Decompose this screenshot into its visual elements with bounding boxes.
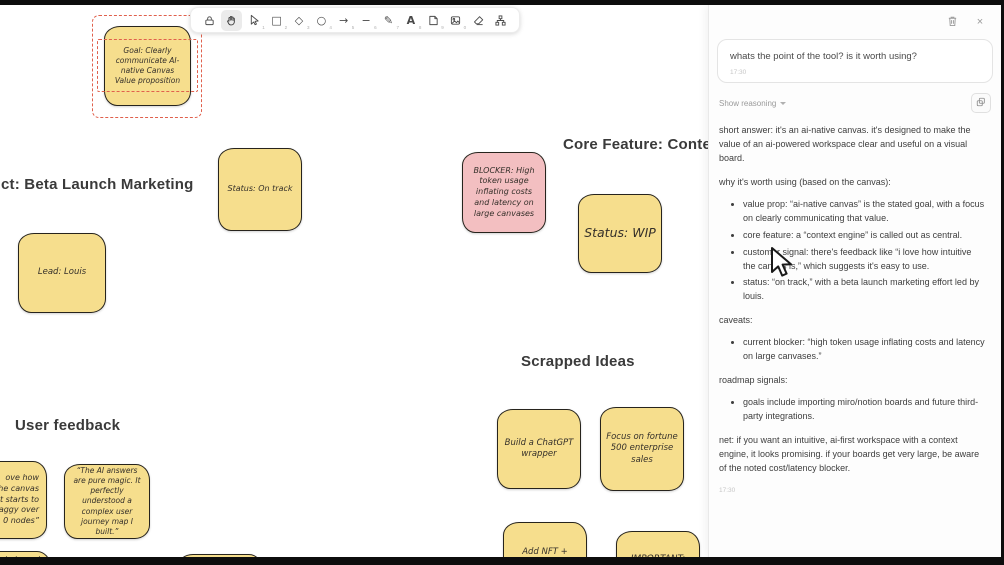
lock-icon bbox=[204, 15, 215, 26]
trash-icon bbox=[947, 14, 958, 32]
chat-panel-header: × bbox=[709, 5, 1001, 33]
sticky-note-feedback-intuitive[interactable]: ove how s the canvas t starts to aggy ov… bbox=[0, 461, 47, 539]
copy-icon bbox=[976, 94, 986, 112]
canvas-heading-core-feature[interactable]: Core Feature: Context bbox=[563, 136, 725, 153]
close-panel-button[interactable]: × bbox=[971, 13, 989, 31]
drawing-toolbar: 1 □ 2 ◇ 3 ○ 4 → 5 − 6 ✎ 7 A 8 9 0 bbox=[190, 7, 520, 33]
answer-bullet-list: current blocker: “high token usage infla… bbox=[719, 336, 986, 364]
image-icon bbox=[450, 15, 461, 26]
answer-bullet-list: goals include importing miro/notion boar… bbox=[719, 396, 986, 424]
hand-icon bbox=[226, 15, 237, 26]
diamond-tool-button[interactable]: ◇ 3 bbox=[289, 10, 310, 31]
diamond-icon: ◇ bbox=[294, 13, 304, 27]
select-tool-button[interactable]: 1 bbox=[244, 10, 265, 31]
shortcut-label: 1 bbox=[262, 24, 265, 30]
shortcut-label: 7 bbox=[396, 24, 399, 30]
arrow-icon: → bbox=[339, 13, 349, 27]
shortcut-label: 4 bbox=[329, 24, 332, 30]
select-cursor-icon bbox=[249, 14, 260, 26]
letterbox-top bbox=[0, 0, 1004, 5]
ellipse-icon: ○ bbox=[316, 13, 327, 27]
user-message-bubble: whats the point of the tool? is it worth… bbox=[717, 39, 993, 83]
eraser-tool-button[interactable] bbox=[468, 10, 489, 31]
hand-tool-button[interactable] bbox=[221, 9, 243, 31]
sticky-note-status-wip[interactable]: Status: WIP bbox=[578, 194, 662, 273]
answer-bullet-list: value prop: “ai-native canvas” is the st… bbox=[719, 198, 986, 305]
line-tool-button[interactable]: − 6 bbox=[356, 10, 377, 31]
answer-bullet: customer signal: there's feedback like “… bbox=[743, 246, 986, 274]
answer-section-heading: roadmap signals: bbox=[719, 375, 788, 386]
answer-bullet: status: “on track,” with a beta launch m… bbox=[743, 276, 986, 304]
answer-section-heading: why it's worth using (based on the canva… bbox=[719, 176, 891, 187]
more-shapes-tool-button[interactable] bbox=[490, 10, 511, 31]
text-icon: A bbox=[406, 13, 416, 27]
answer-bullet: goals include importing miro/notion boar… bbox=[743, 396, 986, 424]
delete-chat-button[interactable] bbox=[943, 14, 961, 32]
app-window: ct: Beta Launch Marketing Core Feature: … bbox=[0, 0, 1004, 565]
sticky-note-chatgpt-wrapper[interactable]: Build a ChatGPT wrapper bbox=[497, 409, 581, 489]
answer-bullet: current blocker: “high token usage infla… bbox=[743, 336, 986, 364]
pencil-icon: ✎ bbox=[383, 13, 394, 27]
canvas-heading-user-feedback[interactable]: User feedback bbox=[15, 417, 120, 434]
shortcut-label: 5 bbox=[351, 24, 355, 30]
eraser-icon bbox=[473, 15, 484, 26]
shapes-graph-icon bbox=[495, 14, 506, 26]
answer-bullet: value prop: “ai-native canvas” is the st… bbox=[743, 198, 986, 226]
user-message-text: whats the point of the tool? is it worth… bbox=[730, 51, 917, 62]
assistant-answer: short answer: it's an ai-native canvas. … bbox=[719, 124, 986, 496]
answer-time: 17:30 bbox=[719, 486, 736, 494]
rectangle-tool-button[interactable]: □ 2 bbox=[266, 10, 287, 31]
canvas-heading-scrapped-ideas[interactable]: Scrapped Ideas bbox=[521, 353, 635, 370]
image-tool-button[interactable]: 0 bbox=[445, 10, 466, 31]
draw-tool-button[interactable]: ✎ 7 bbox=[378, 10, 399, 31]
sticky-note-icon bbox=[428, 15, 439, 26]
note-tool-button[interactable]: 9 bbox=[423, 10, 444, 31]
close-icon: × bbox=[976, 16, 984, 28]
answer-bullet: core feature: a “context engine” is call… bbox=[743, 229, 986, 243]
show-reasoning-toggle[interactable]: Show reasoning bbox=[719, 99, 786, 108]
chat-panel: × whats the point of the tool? is it wor… bbox=[708, 5, 1001, 557]
shortcut-label: 2 bbox=[284, 24, 288, 30]
copy-answer-button[interactable] bbox=[971, 93, 991, 113]
ellipse-tool-button[interactable]: ○ 4 bbox=[311, 10, 332, 31]
arrow-tool-button[interactable]: → 5 bbox=[333, 10, 354, 31]
sticky-note-blocker[interactable]: BLOCKER: High token usage inflating cost… bbox=[462, 152, 546, 233]
answer-intro: short answer: it's an ai-native canvas. … bbox=[719, 125, 971, 163]
shortcut-label: 9 bbox=[441, 24, 444, 30]
sticky-note-fortune-500[interactable]: Focus on fortune 500 enterprise sales bbox=[600, 407, 684, 491]
rectangle-icon: □ bbox=[271, 13, 282, 27]
shortcut-label: 8 bbox=[418, 24, 422, 30]
answer-section-heading: caveats: bbox=[719, 315, 753, 326]
reasoning-row: Show reasoning bbox=[719, 93, 991, 113]
sticky-note-lead-louis[interactable]: Lead: Louis bbox=[18, 233, 106, 313]
sticky-note-goal[interactable]: Goal: Clearly communicate AI-native Canv… bbox=[104, 26, 191, 106]
canvas-heading-project[interactable]: ct: Beta Launch Marketing bbox=[1, 176, 194, 193]
letterbox-bottom bbox=[0, 557, 1004, 565]
line-icon: − bbox=[361, 13, 371, 27]
text-tool-button[interactable]: A 8 bbox=[400, 10, 422, 31]
user-message-time: 17:30 bbox=[730, 69, 747, 76]
answer-net: net: if you want an intuitive, ai-first … bbox=[719, 434, 980, 473]
sticky-note-status-on-track[interactable]: Status: On track bbox=[218, 148, 302, 231]
shortcut-label: 0 bbox=[463, 24, 467, 30]
lock-tool-button[interactable] bbox=[199, 10, 220, 31]
shortcut-label: 6 bbox=[374, 24, 377, 30]
sticky-note-feedback-magic[interactable]: “The AI answers are pure magic. It perfe… bbox=[64, 464, 150, 539]
shortcut-label: 3 bbox=[306, 24, 310, 30]
